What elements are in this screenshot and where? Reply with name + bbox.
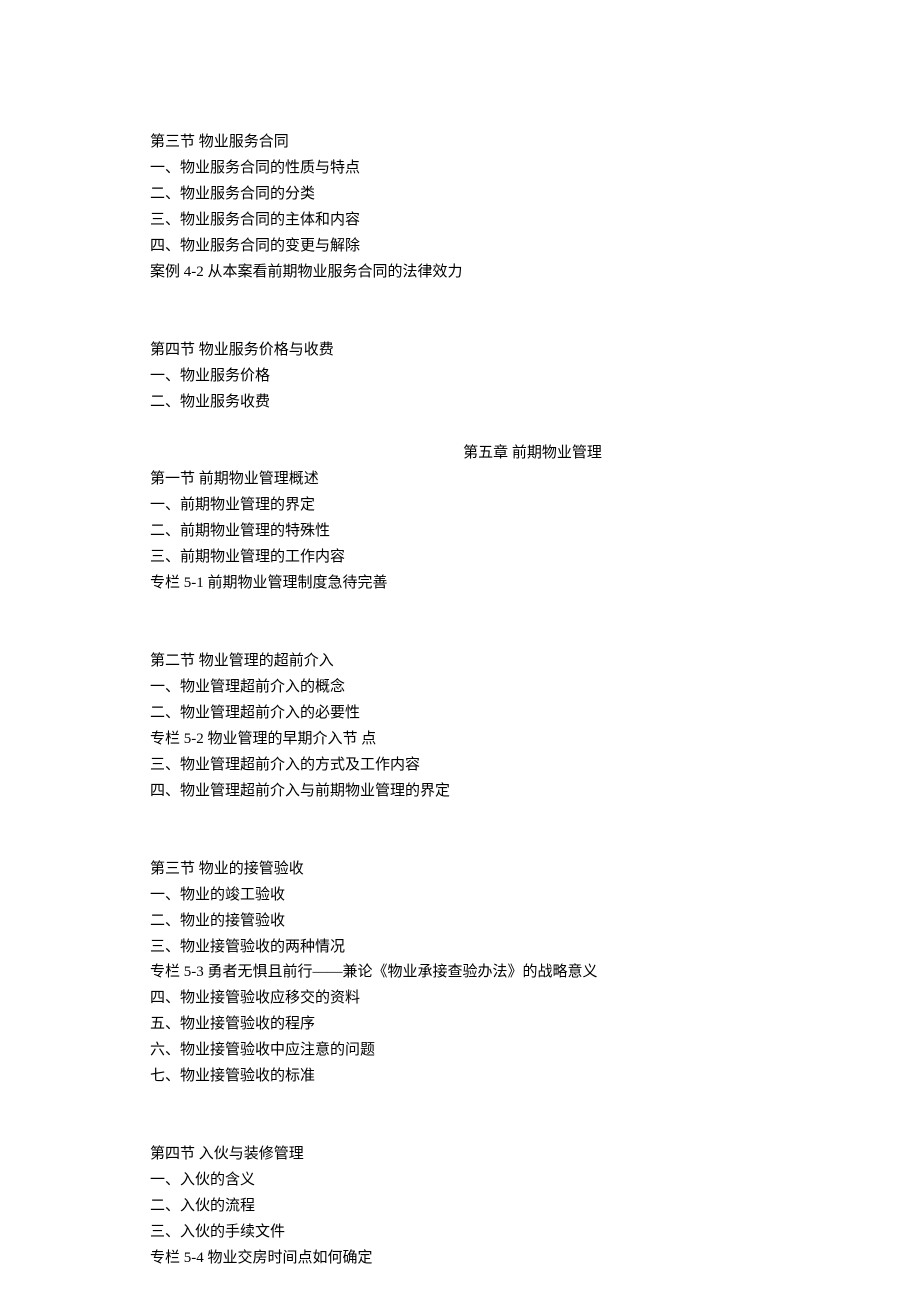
spacer xyxy=(150,1090,770,1142)
spacer xyxy=(150,597,770,649)
outline-item: 六、物业接管验收中应注意的问题 xyxy=(150,1038,770,1064)
outline-item: 四、物业接管验收应移交的资料 xyxy=(150,986,770,1012)
outline-item: 专栏 5-2 物业管理的早期介入节 点 xyxy=(150,727,770,753)
outline-item: 一、前期物业管理的界定 xyxy=(150,493,770,519)
outline-item: 案例 4-2 从本案看前期物业服务合同的法律效力 xyxy=(150,260,770,286)
outline-item: 三、物业接管验收的两种情况 xyxy=(150,935,770,961)
spacer xyxy=(150,286,770,338)
section-heading: 第三节 物业的接管验收 xyxy=(150,857,770,883)
outline-item: 二、入伙的流程 xyxy=(150,1194,770,1220)
outline-item: 一、物业服务价格 xyxy=(150,364,770,390)
chapter-title: 第五章 前期物业管理 xyxy=(150,441,770,467)
outline-item: 一、物业服务合同的性质与特点 xyxy=(150,156,770,182)
section-heading: 第三节 物业服务合同 xyxy=(150,130,770,156)
outline-item: 二、物业管理超前介入的必要性 xyxy=(150,701,770,727)
outline-item: 专栏 5-1 前期物业管理制度急待完善 xyxy=(150,571,770,597)
outline-item: 三、物业服务合同的主体和内容 xyxy=(150,208,770,234)
outline-item: 四、物业管理超前介入与前期物业管理的界定 xyxy=(150,779,770,805)
outline-item: 专栏 5-4 物业交房时间点如何确定 xyxy=(150,1246,770,1272)
spacer xyxy=(150,415,770,441)
spacer xyxy=(150,805,770,857)
section-heading: 第四节 物业服务价格与收费 xyxy=(150,338,770,364)
outline-item: 一、入伙的含义 xyxy=(150,1168,770,1194)
outline-item: 三、入伙的手续文件 xyxy=(150,1220,770,1246)
outline-item: 二、物业服务收费 xyxy=(150,390,770,416)
section-heading: 第一节 前期物业管理概述 xyxy=(150,467,770,493)
outline-item: 三、物业管理超前介入的方式及工作内容 xyxy=(150,753,770,779)
section-heading: 第二节 物业管理的超前介入 xyxy=(150,649,770,675)
outline-item: 一、物业的竣工验收 xyxy=(150,883,770,909)
outline-item: 四、物业服务合同的变更与解除 xyxy=(150,234,770,260)
section-heading: 第四节 入伙与装修管理 xyxy=(150,1142,770,1168)
outline-item: 二、物业服务合同的分类 xyxy=(150,182,770,208)
outline-item: 专栏 5-3 勇者无惧且前行——兼论《物业承接查验办法》的战略意义 xyxy=(150,960,770,986)
outline-item: 二、物业的接管验收 xyxy=(150,909,770,935)
outline-item: 一、物业管理超前介入的概念 xyxy=(150,675,770,701)
outline-item: 二、前期物业管理的特殊性 xyxy=(150,519,770,545)
outline-item: 五、物业接管验收的程序 xyxy=(150,1012,770,1038)
outline-item: 三、前期物业管理的工作内容 xyxy=(150,545,770,571)
outline-item: 七、物业接管验收的标准 xyxy=(150,1064,770,1090)
